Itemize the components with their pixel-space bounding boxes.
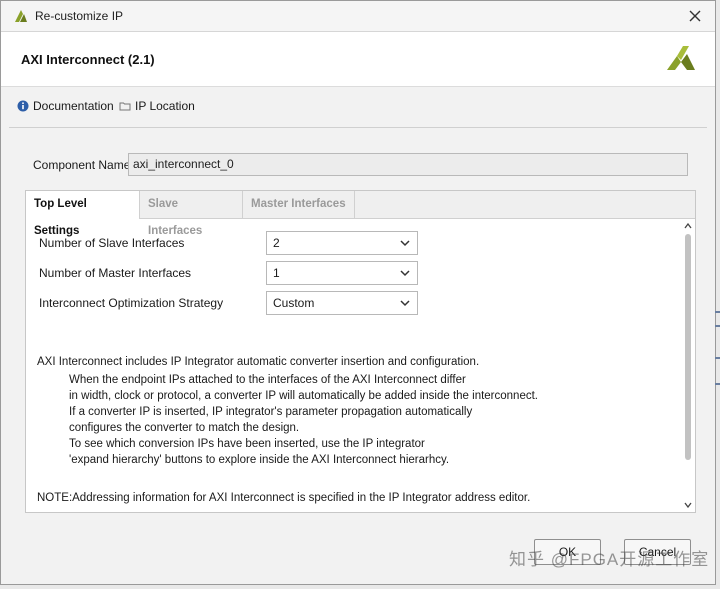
address-note: NOTE:Addressing information for AXI Inte… — [37, 492, 531, 504]
component-name-field[interactable]: axi_interconnect_0 — [128, 153, 688, 176]
optimization-strategy-label: Interconnect Optimization Strategy — [39, 296, 224, 310]
ip-header: AXI Interconnect (2.1) — [1, 32, 715, 87]
ip-location-label: IP Location — [135, 99, 195, 113]
tab-slave-interfaces[interactable]: Slave Interfaces — [140, 191, 243, 237]
description-line: If a converter IP is inserted, IP integr… — [69, 406, 473, 418]
component-name-label: Component Name — [33, 158, 131, 172]
tab-master-interfaces[interactable]: Master Interfaces — [243, 191, 355, 218]
optimization-strategy-value: Custom — [273, 296, 315, 310]
description-text: AXI Interconnect includes IP Integrator … — [37, 354, 677, 468]
slave-interfaces-select[interactable]: 2 — [266, 231, 418, 255]
ip-location-link[interactable]: IP Location — [119, 99, 195, 113]
vivado-logo-icon — [15, 10, 27, 22]
background-edge-mark — [715, 325, 720, 327]
divider — [9, 127, 707, 128]
chevron-down-icon — [400, 240, 410, 247]
window-title: Re-customize IP — [35, 9, 124, 23]
description-line: in width, clock or protocol, a converter… — [69, 390, 538, 402]
scroll-up-icon[interactable] — [684, 223, 692, 229]
master-interfaces-select[interactable]: 1 — [266, 261, 418, 285]
re-customize-ip-dialog: Re-customize IP AXI Interconnect (2.1) D… — [0, 0, 716, 585]
slave-interfaces-label: Number of Slave Interfaces — [39, 236, 185, 250]
settings-tab-panel: Top Level Settings Slave Interfaces Mast… — [25, 190, 696, 513]
folder-icon — [119, 102, 131, 111]
close-icon[interactable] — [685, 6, 705, 26]
background-edge-mark — [715, 311, 720, 313]
description-line: configures the converter to match the de… — [69, 422, 300, 434]
description-line: 'expand hierarchy' buttons to explore in… — [69, 454, 450, 466]
info-icon — [17, 100, 29, 112]
master-interfaces-value: 1 — [273, 266, 280, 280]
description-line: To see which conversion IPs have been in… — [69, 438, 425, 450]
background-edge-mark — [715, 357, 720, 359]
scrollbar-thumb[interactable] — [685, 234, 691, 460]
vertical-scrollbar[interactable] — [682, 219, 694, 512]
watermark: 知乎 @FPGA开源工作室 — [509, 550, 710, 569]
link-bar: Documentation IP Location — [1, 93, 715, 121]
chevron-down-icon — [400, 300, 410, 307]
scroll-down-icon[interactable] — [684, 502, 692, 508]
background-edge-mark — [715, 383, 720, 385]
slave-interfaces-value: 2 — [273, 236, 280, 250]
description-line: When the endpoint IPs attached to the in… — [69, 374, 466, 386]
ip-title: AXI Interconnect (2.1) — [21, 52, 155, 67]
title-bar: Re-customize IP — [1, 1, 715, 32]
chevron-down-icon — [400, 270, 410, 277]
optimization-strategy-select[interactable]: Custom — [266, 291, 418, 315]
master-interfaces-label: Number of Master Interfaces — [39, 266, 192, 280]
documentation-link[interactable]: Documentation — [17, 99, 114, 113]
description-intro: AXI Interconnect includes IP Integrator … — [37, 356, 480, 368]
xilinx-logo-icon — [667, 46, 695, 70]
documentation-label: Documentation — [33, 99, 114, 113]
tab-bar: Top Level Settings Slave Interfaces Mast… — [26, 191, 695, 237]
tab-top-level-settings[interactable]: Top Level Settings — [26, 191, 140, 237]
